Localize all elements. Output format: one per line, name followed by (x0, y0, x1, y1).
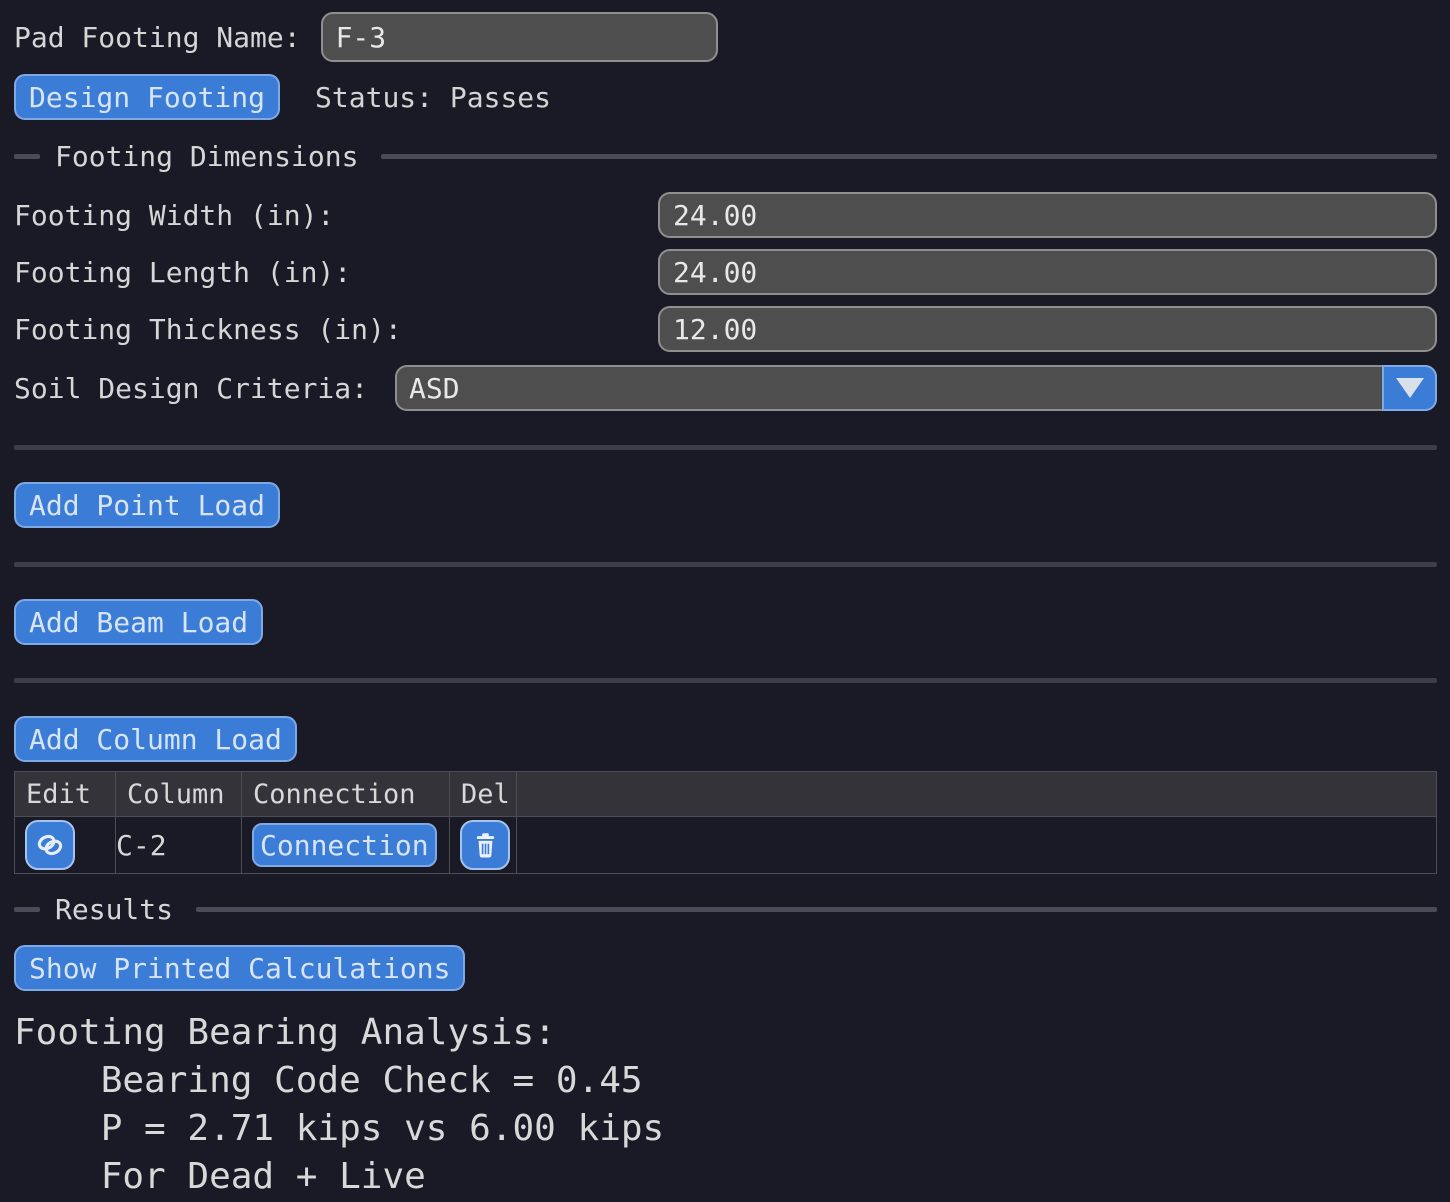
show-calcs-row: Show Printed Calculations (14, 945, 1437, 991)
footing-width-row: Footing Width (in): (14, 192, 1437, 238)
results-line: Bearing Code Check = 0.45 (14, 1057, 1437, 1105)
soil-design-criteria-value: ASD (397, 372, 460, 405)
results-line: For Dead + Live (14, 1153, 1437, 1201)
connection-button[interactable]: Connection (252, 823, 437, 867)
add-beam-load-button[interactable]: Add Beam Load (14, 599, 263, 645)
connection-cell: Connection (242, 817, 450, 874)
status-text: Status: Passes (315, 81, 551, 114)
dropdown-arrow-button[interactable] (1382, 365, 1437, 411)
link-icon (34, 829, 66, 861)
header-connection: Connection (242, 772, 450, 817)
show-printed-calculations-button[interactable]: Show Printed Calculations (14, 945, 465, 991)
add-point-load-row: Add Point Load (14, 482, 1437, 528)
soil-design-criteria-label: Soil Design Criteria: (14, 372, 395, 405)
footing-dimensions-section-header: Footing Dimensions (14, 139, 1437, 173)
results-text-block: Footing Bearing Analysis: Bearing Code C… (14, 1009, 1437, 1201)
table-row: C-2 Connection (15, 817, 1437, 874)
column-load-table: Edit Column Connection Del C-2 (14, 771, 1437, 874)
footing-thickness-row: Footing Thickness (in): (14, 306, 1437, 352)
delete-button[interactable] (460, 820, 510, 870)
section-dash (14, 154, 40, 159)
section-line (196, 907, 1437, 912)
separator (14, 562, 1437, 567)
trash-icon (472, 831, 499, 860)
footing-thickness-label: Footing Thickness (in): (14, 313, 658, 346)
soil-design-criteria-dropdown[interactable]: ASD (395, 365, 1437, 411)
add-beam-load-row: Add Beam Load (14, 599, 1437, 645)
column-cell: C-2 (116, 817, 242, 874)
results-line: P = 2.71 kips vs 6.00 kips (14, 1105, 1437, 1153)
separator (14, 445, 1437, 450)
results-title: Results (55, 893, 173, 926)
soil-design-criteria-row: Soil Design Criteria: ASD (14, 365, 1437, 411)
pad-footing-name-input[interactable] (321, 12, 718, 62)
add-point-load-button[interactable]: Add Point Load (14, 482, 280, 528)
row-spacer-cell (517, 817, 1437, 874)
edit-cell (15, 817, 116, 874)
section-line (381, 154, 1437, 159)
footing-thickness-input[interactable] (658, 306, 1437, 352)
results-line: Footing Bearing Analysis: (14, 1009, 1437, 1057)
results-section-header: Results (14, 892, 1437, 926)
separator (14, 678, 1437, 683)
table-header-row: Edit Column Connection Del (15, 772, 1437, 817)
design-row: Design Footing Status: Passes (14, 74, 1437, 120)
chevron-down-icon (1396, 378, 1424, 398)
pad-footing-name-row: Pad Footing Name: (14, 12, 1437, 62)
add-column-load-row: Add Column Load (14, 716, 1437, 762)
footing-length-label: Footing Length (in): (14, 256, 658, 289)
header-edit: Edit (15, 772, 116, 817)
pad-footing-name-label: Pad Footing Name: (14, 21, 301, 54)
dimension-fields: Footing Width (in): Footing Length (in):… (14, 192, 1437, 352)
header-column: Column (116, 772, 242, 817)
header-spacer (517, 772, 1437, 817)
footing-width-label: Footing Width (in): (14, 199, 658, 232)
footing-length-input[interactable] (658, 249, 1437, 295)
del-cell (450, 817, 517, 874)
footing-width-input[interactable] (658, 192, 1437, 238)
add-column-load-button[interactable]: Add Column Load (14, 716, 297, 762)
section-dash (14, 907, 40, 912)
footing-length-row: Footing Length (in): (14, 249, 1437, 295)
header-del: Del (450, 772, 517, 817)
footing-dimensions-title: Footing Dimensions (55, 140, 358, 173)
edit-link-button[interactable] (25, 820, 75, 870)
design-footing-button[interactable]: Design Footing (14, 74, 280, 120)
